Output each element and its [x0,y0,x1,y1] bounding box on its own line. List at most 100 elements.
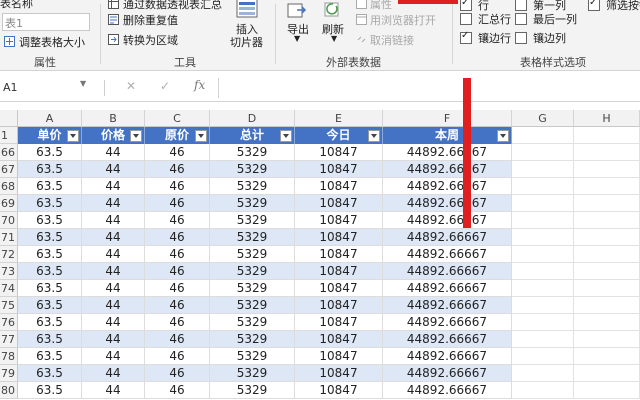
summarize-pivot-button[interactable]: 通过数据透视表汇总 [106,0,226,11]
table-cell[interactable]: 46 [145,263,210,280]
table-cell[interactable]: 44 [82,331,145,348]
table-cell[interactable]: 46 [145,331,210,348]
insert-function-icon[interactable]: fx [194,78,205,92]
table-cell[interactable]: 44892.66667 [383,280,512,297]
table-cell[interactable]: 63.5 [18,246,82,263]
table-cell[interactable]: 5329 [210,212,295,229]
name-box-dropdown-icon[interactable]: ▼ [80,79,86,88]
table-cell[interactable]: 44 [82,229,145,246]
first-column-option[interactable]: 第一列 [515,0,575,12]
table-cell[interactable]: 44892.66667 [383,314,512,331]
table-cell[interactable]: 63.5 [18,144,82,161]
empty-cell[interactable] [574,331,640,348]
header-row-checkbox[interactable] [460,0,472,11]
empty-cell[interactable] [574,280,640,297]
last-column-checkbox[interactable] [515,13,527,25]
empty-cell[interactable] [512,144,574,161]
table-cell[interactable]: 44 [82,263,145,280]
empty-cell[interactable] [512,314,574,331]
banded-rows-option[interactable]: 镶边行 [460,30,520,45]
table-cell[interactable]: 44 [82,382,145,399]
table-cell[interactable]: 46 [145,246,210,263]
table-header-cell[interactable]: 总计 [210,127,295,144]
table-header-cell[interactable]: 今日 [295,127,383,144]
table-cell[interactable]: 5329 [210,365,295,382]
first-column-checkbox[interactable] [515,0,527,11]
table-cell[interactable]: 44 [82,195,145,212]
empty-cell[interactable] [574,178,640,195]
table-cell[interactable]: 10847 [295,229,383,246]
table-cell[interactable]: 5329 [210,144,295,161]
table-cell[interactable]: 5329 [210,348,295,365]
spreadsheet-grid[interactable]: A B C D E F G H 1 单价 价格 原价 总计 今日 本周 66 63.5 44 46 5329 10847… [0,110,640,400]
refresh-button[interactable]: 刷新 ▼ [318,0,352,52]
column-header-e[interactable]: E [295,110,383,127]
banded-columns-option[interactable]: 镶边列 [515,30,575,45]
table-cell[interactable]: 44 [82,144,145,161]
table-cell[interactable]: 63.5 [18,280,82,297]
column-header-f[interactable]: F [383,110,512,127]
empty-cell[interactable] [574,127,640,144]
table-header-cell[interactable]: 原价 [145,127,210,144]
empty-cell[interactable] [574,246,640,263]
table-cell[interactable]: 5329 [210,280,295,297]
table-cell[interactable]: 63.5 [18,331,82,348]
table-cell[interactable]: 63.5 [18,314,82,331]
column-header-a[interactable]: A [18,110,82,127]
table-name-input[interactable]: 表1 [2,13,90,31]
empty-cell[interactable] [574,365,640,382]
empty-cell[interactable] [574,144,640,161]
empty-cell[interactable] [512,127,574,144]
table-cell[interactable]: 44 [82,348,145,365]
filter-dropdown-icon[interactable] [130,130,142,142]
insert-slicer-button[interactable]: 插入 切片器 [226,0,270,50]
open-in-browser-button[interactable]: 用浏览器打开 [354,11,444,27]
empty-cell[interactable] [574,212,640,229]
table-cell[interactable]: 5329 [210,297,295,314]
convert-to-range-button[interactable]: 转换为区域 [106,31,226,47]
table-cell[interactable]: 44 [82,161,145,178]
table-cell[interactable]: 5329 [210,246,295,263]
table-cell[interactable]: 63.5 [18,212,82,229]
empty-cell[interactable] [512,297,574,314]
table-cell[interactable]: 44892.66667 [383,144,512,161]
formula-input[interactable] [218,78,639,98]
empty-cell[interactable] [512,365,574,382]
column-header-c[interactable]: C [145,110,210,127]
table-cell[interactable]: 44892.66667 [383,365,512,382]
empty-cell[interactable] [512,246,574,263]
table-cell[interactable]: 44892.66667 [383,161,512,178]
table-cell[interactable]: 46 [145,144,210,161]
empty-cell[interactable] [574,161,640,178]
row-header[interactable]: 70 [0,212,18,229]
table-cell[interactable]: 46 [145,212,210,229]
total-row-checkbox[interactable] [460,13,472,25]
table-cell[interactable]: 10847 [295,144,383,161]
table-cell[interactable]: 44892.66667 [383,348,512,365]
table-cell[interactable]: 10847 [295,161,383,178]
table-cell[interactable]: 44 [82,246,145,263]
table-cell[interactable]: 46 [145,161,210,178]
row-header[interactable]: 72 [0,246,18,263]
column-header-d[interactable]: D [210,110,295,127]
filter-dropdown-icon[interactable] [368,130,380,142]
table-cell[interactable]: 44892.66667 [383,297,512,314]
table-cell[interactable]: 5329 [210,314,295,331]
banded-rows-checkbox[interactable] [460,30,472,44]
row-header[interactable]: 74 [0,280,18,297]
row-header[interactable]: 78 [0,348,18,365]
empty-cell[interactable] [512,229,574,246]
table-cell[interactable]: 10847 [295,331,383,348]
table-cell[interactable]: 5329 [210,229,295,246]
empty-cell[interactable] [574,382,640,399]
filter-dropdown-icon[interactable] [280,130,292,142]
unlink-button[interactable]: 取消链接 [354,31,444,47]
remove-duplicates-button[interactable]: 删除重复值 [106,11,226,27]
table-cell[interactable]: 44892.66667 [383,382,512,399]
table-cell[interactable]: 44 [82,297,145,314]
table-cell[interactable]: 44892.66667 [383,178,512,195]
row-header[interactable]: 68 [0,178,18,195]
table-cell[interactable]: 44 [82,280,145,297]
row-header[interactable]: 1 [0,127,18,144]
enter-icon[interactable]: ✓ [160,79,170,93]
